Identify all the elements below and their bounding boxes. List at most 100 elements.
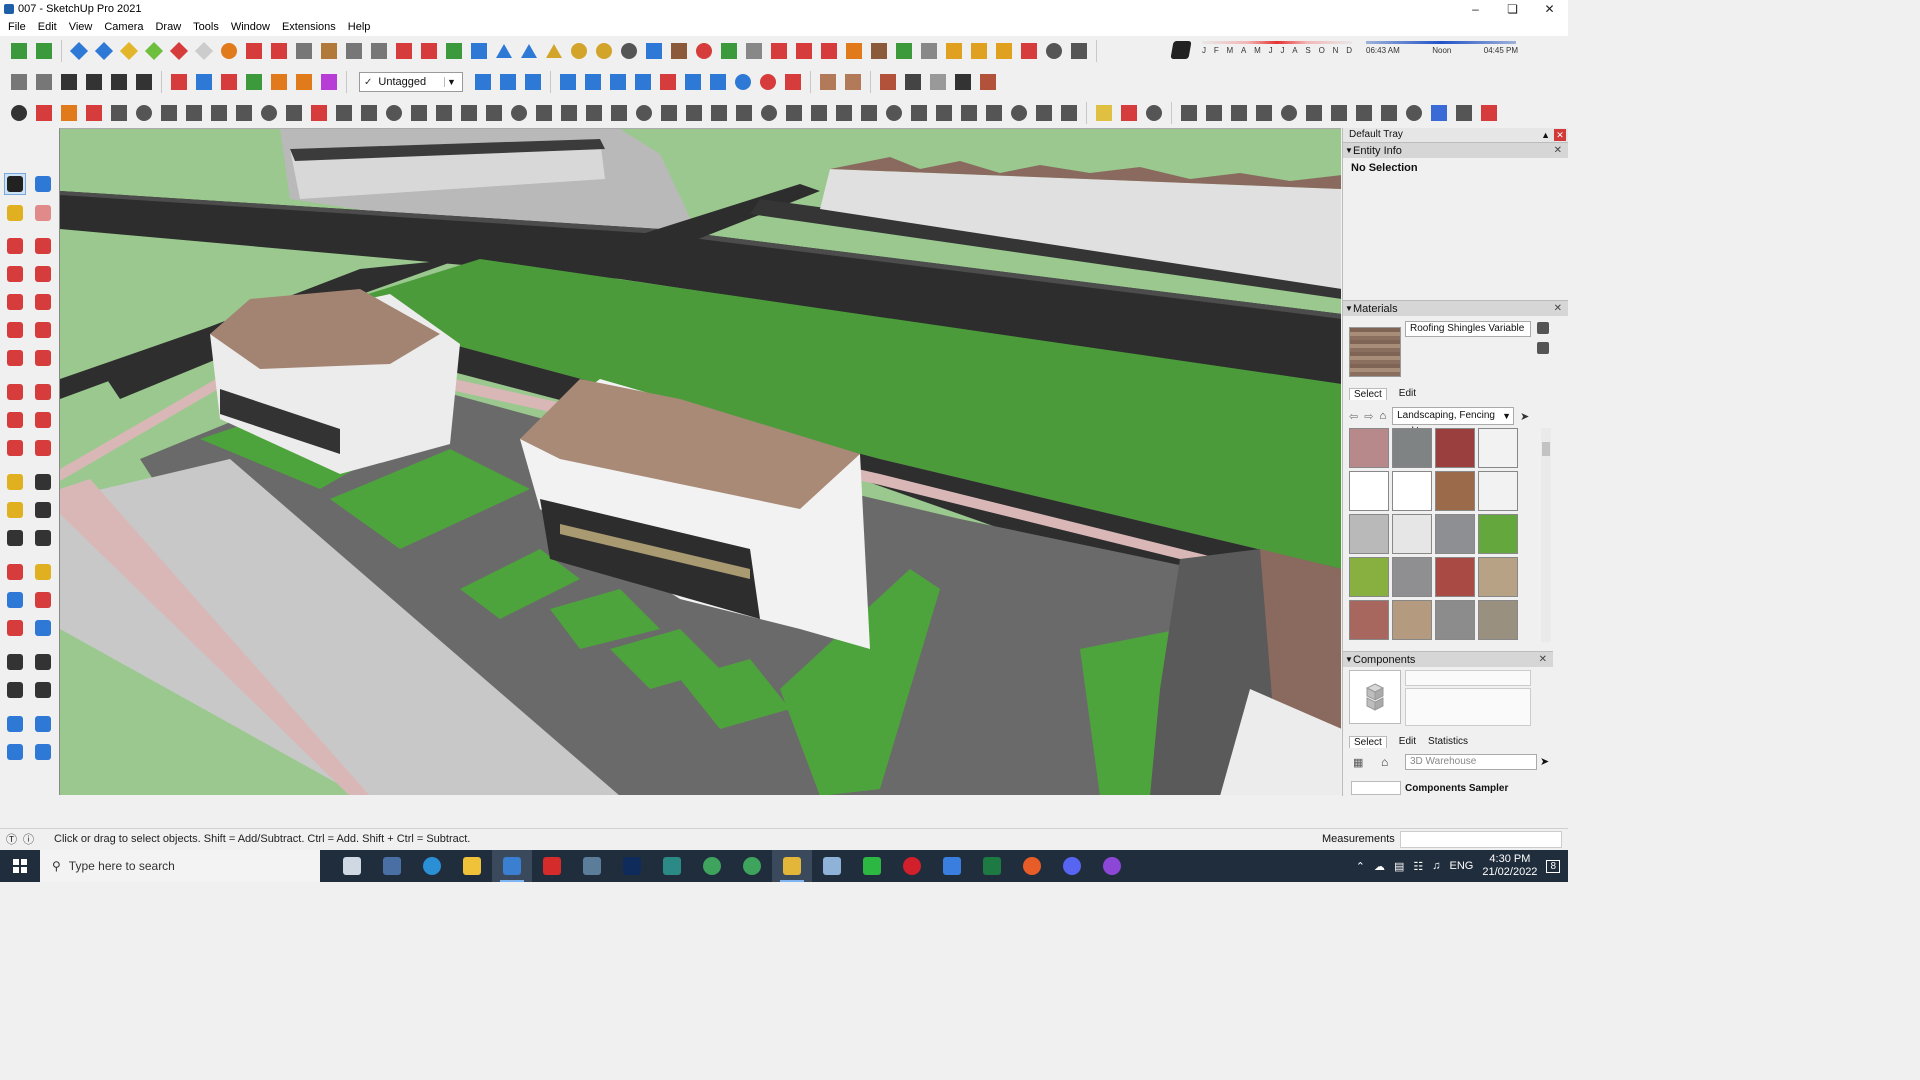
line-tool-button[interactable] bbox=[4, 235, 26, 257]
plugin-tool-15-button[interactable] bbox=[358, 102, 380, 124]
details-arrow-icon[interactable]: ➤ bbox=[1540, 755, 1549, 768]
tab-components-select[interactable]: Select bbox=[1349, 736, 1387, 748]
freehand-tool-button[interactable] bbox=[32, 235, 54, 257]
mirror-button[interactable] bbox=[707, 71, 729, 93]
zoom-window-button[interactable] bbox=[643, 40, 665, 62]
redo-button[interactable] bbox=[757, 71, 779, 93]
plugin-tool-59-button[interactable] bbox=[1478, 102, 1500, 124]
details-arrow-icon[interactable]: ➤ bbox=[1520, 410, 1529, 423]
share-model-button[interactable] bbox=[33, 40, 55, 62]
taskbar-app-sharp[interactable] bbox=[572, 850, 612, 882]
menu-draw[interactable]: Draw bbox=[149, 21, 187, 33]
follow-me-tool-button[interactable] bbox=[32, 409, 54, 431]
component-description-field[interactable] bbox=[1405, 688, 1531, 726]
explode-button[interactable] bbox=[1018, 40, 1040, 62]
transfer-button[interactable] bbox=[632, 71, 654, 93]
material-swatch[interactable] bbox=[1435, 600, 1475, 640]
protractor-button[interactable] bbox=[518, 40, 540, 62]
material-library-select[interactable]: Landscaping, Fencing and ' ▼ bbox=[1392, 407, 1515, 437]
taskbar-grammarly[interactable] bbox=[1012, 850, 1052, 882]
taskbar-acrobat[interactable] bbox=[532, 850, 572, 882]
menu-file[interactable]: File bbox=[2, 21, 32, 33]
material-swatch[interactable] bbox=[1392, 514, 1432, 554]
language-indicator[interactable]: ENG bbox=[1450, 860, 1474, 872]
undo-button[interactable] bbox=[732, 71, 754, 93]
footprints-tool-button[interactable] bbox=[4, 679, 26, 701]
material-swatch[interactable] bbox=[1392, 600, 1432, 640]
texture-b-button[interactable] bbox=[842, 71, 864, 93]
components-sampler-label[interactable]: Components Sampler bbox=[1405, 783, 1508, 794]
tag-color-button[interactable] bbox=[557, 71, 579, 93]
plugin-tool-43-button[interactable] bbox=[1058, 102, 1080, 124]
intersect-button[interactable] bbox=[343, 40, 365, 62]
axes-tool-button[interactable] bbox=[4, 527, 26, 549]
plugin-tool-27-button[interactable] bbox=[658, 102, 680, 124]
text-button[interactable] bbox=[543, 40, 565, 62]
plugin-tool-24-button[interactable] bbox=[583, 102, 605, 124]
scale-tool-button[interactable] bbox=[4, 437, 26, 459]
plugin-tool-28-button[interactable] bbox=[683, 102, 705, 124]
text-tool-button[interactable] bbox=[32, 499, 54, 521]
plugin-tool-7-button[interactable] bbox=[158, 102, 180, 124]
plugin-tool-25-button[interactable] bbox=[608, 102, 630, 124]
get-models-button[interactable] bbox=[8, 40, 30, 62]
plugin-tool-53-button[interactable] bbox=[1328, 102, 1350, 124]
plugin-tool-9-button[interactable] bbox=[208, 102, 230, 124]
plugin-tool-12-button[interactable] bbox=[283, 102, 305, 124]
taskbar-discord[interactable] bbox=[1052, 850, 1092, 882]
component-options-button[interactable] bbox=[1068, 40, 1090, 62]
material-swatch[interactable] bbox=[1478, 471, 1518, 511]
warehouse-3d-button[interactable] bbox=[8, 71, 30, 93]
plugin-tool-54-button[interactable] bbox=[1353, 102, 1375, 124]
tab-materials-select[interactable]: Select bbox=[1349, 388, 1387, 400]
back-edges-button[interactable] bbox=[193, 40, 215, 62]
plugin-tool-45-button[interactable] bbox=[1118, 102, 1140, 124]
move-f-button[interactable] bbox=[318, 71, 340, 93]
select-tool-button[interactable] bbox=[4, 173, 26, 195]
position-camera-tool-button[interactable] bbox=[32, 617, 54, 639]
material-swatch[interactable] bbox=[1392, 428, 1432, 468]
dimension-tool-button[interactable] bbox=[32, 471, 54, 493]
entity-info-header[interactable]: ▼ Entity Info ✕ bbox=[1343, 142, 1568, 158]
plugin-tool-3-button[interactable] bbox=[58, 102, 80, 124]
panel-close-icon[interactable]: ✕ bbox=[1554, 301, 1562, 317]
look-around-tool-button[interactable] bbox=[32, 651, 54, 673]
zoom-extents-button[interactable] bbox=[668, 40, 690, 62]
grid-button[interactable] bbox=[918, 40, 940, 62]
plugin-tool-30-button[interactable] bbox=[733, 102, 755, 124]
warehouse-search-input[interactable]: 3D Warehouse bbox=[1405, 754, 1537, 770]
material-swatch[interactable] bbox=[1392, 557, 1432, 597]
material-swatch[interactable] bbox=[1349, 557, 1389, 597]
plugin-tool-18-button[interactable] bbox=[433, 102, 455, 124]
restore-button[interactable]: ❏ bbox=[1494, 0, 1531, 18]
plugin-tool-5-button[interactable] bbox=[108, 102, 130, 124]
follow-me-button[interactable] bbox=[218, 40, 240, 62]
plugin-tool-23-button[interactable] bbox=[558, 102, 580, 124]
wifi-icon[interactable]: ☷ bbox=[1413, 860, 1423, 873]
cloud-icon[interactable]: ☁ bbox=[1374, 860, 1385, 873]
box-button[interactable] bbox=[952, 71, 974, 93]
plugin-tool-50-button[interactable] bbox=[1253, 102, 1275, 124]
previous-button[interactable] bbox=[693, 40, 715, 62]
taskbar-edge[interactable] bbox=[412, 850, 452, 882]
geolocation-icon[interactable]: Ⓣ bbox=[6, 831, 17, 847]
rectangle-tool-button[interactable] bbox=[4, 263, 26, 285]
forward-arrow-icon[interactable]: ⇨ bbox=[1364, 410, 1373, 423]
plugin-tool-56-button[interactable] bbox=[1403, 102, 1425, 124]
add-detail-button[interactable] bbox=[818, 40, 840, 62]
menu-view[interactable]: View bbox=[63, 21, 99, 33]
section-fill-button[interactable] bbox=[118, 40, 140, 62]
materials-scrollbar[interactable] bbox=[1541, 428, 1551, 642]
material-swatch[interactable] bbox=[1349, 428, 1389, 468]
home-icon[interactable]: ⌂ bbox=[1381, 755, 1388, 769]
polygon-tool-button[interactable] bbox=[32, 291, 54, 313]
plugin-tool-44-button[interactable] bbox=[1093, 102, 1115, 124]
grid2-button[interactable] bbox=[943, 40, 965, 62]
section-display-button[interactable] bbox=[472, 71, 494, 93]
extension-button[interactable] bbox=[893, 40, 915, 62]
start-button[interactable] bbox=[0, 850, 40, 882]
tab-materials-edit[interactable]: Edit bbox=[1399, 388, 1416, 400]
plugin-tool-37-button[interactable] bbox=[908, 102, 930, 124]
plugin-tool-49-button[interactable] bbox=[1228, 102, 1250, 124]
scale-button[interactable] bbox=[468, 40, 490, 62]
